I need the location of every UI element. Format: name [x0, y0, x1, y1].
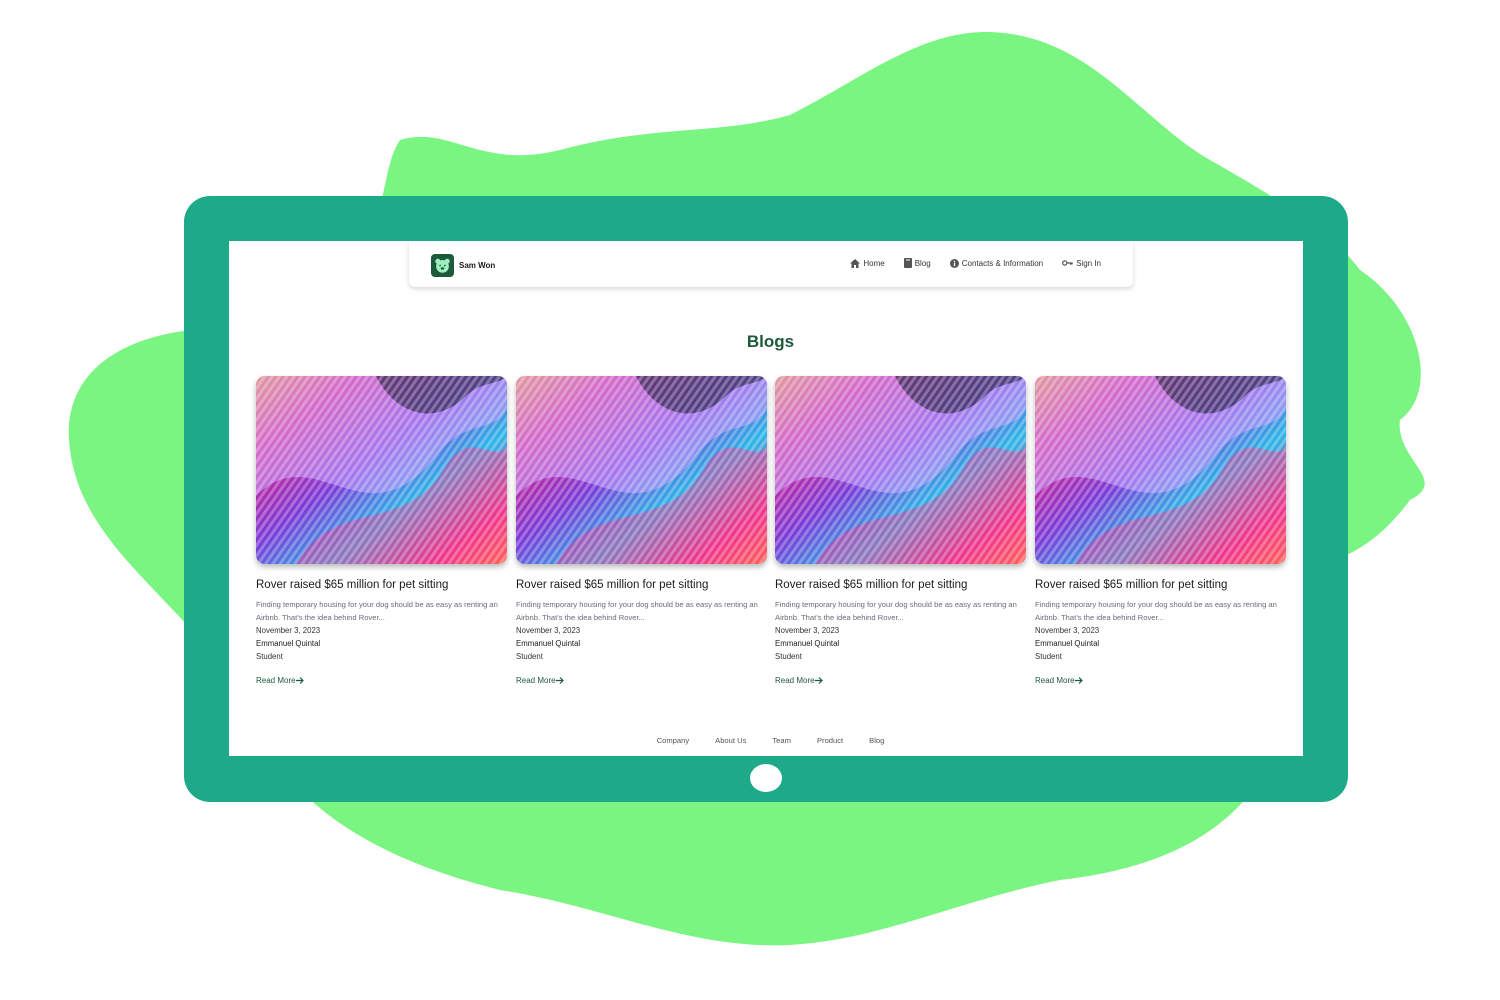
blog-card-date: November 3, 2023 [775, 626, 840, 635]
blog-card[interactable]: Rover raised $65 million for pet sitting… [1035, 376, 1286, 685]
blog-card[interactable]: Rover raised $65 million for pet sitting… [775, 376, 1026, 685]
navbar: Sam Won Home Blog Contacts & Information… [409, 241, 1133, 287]
arrow-right-icon [295, 677, 304, 684]
blog-card-date: November 3, 2023 [516, 626, 581, 635]
footer: Company About Us Team Product Blog [229, 736, 1303, 745]
blog-card-role: Student [1035, 652, 1062, 661]
arrow-right-icon [1074, 677, 1083, 684]
nav-home[interactable]: Home [850, 258, 885, 268]
arrow-right-icon [555, 677, 564, 684]
read-more-link[interactable]: Read More [775, 676, 1026, 685]
page-title: Blogs [746, 332, 795, 351]
footer-link-product[interactable]: Product [817, 736, 843, 745]
brand-name: Sam Won [459, 260, 496, 270]
blog-card-title[interactable]: Rover raised $65 million for pet sitting [1035, 579, 1286, 591]
home-button[interactable] [750, 764, 782, 792]
blog-card-excerpt: Finding temporary housing for your dog s… [516, 600, 758, 622]
blog-card-title[interactable]: Rover raised $65 million for pet sitting [516, 579, 767, 591]
blog-card-excerpt: Finding temporary housing for your dog s… [256, 600, 498, 622]
arrow-right-icon [814, 677, 823, 684]
blog-card-author: Emmanuel Quintal [1035, 639, 1100, 648]
blog-card-role: Student [775, 652, 802, 661]
blog-card-image [1035, 376, 1286, 564]
blog-card-author: Emmanuel Quintal [256, 639, 321, 648]
footer-link-about-us[interactable]: About Us [715, 736, 746, 745]
nav-blog-label: Blog [914, 258, 931, 268]
key-icon [1062, 260, 1073, 266]
blog-card-excerpt: Finding temporary housing for your dog s… [1035, 600, 1277, 622]
blog-card[interactable]: Rover raised $65 million for pet sitting… [516, 376, 767, 685]
blog-card-image [256, 376, 507, 564]
read-more-label: Read More [256, 676, 296, 685]
nav-links: Home Blog Contacts & Information Sign In [831, 258, 1101, 268]
read-more-label: Read More [516, 676, 556, 685]
read-more-label: Read More [1035, 676, 1075, 685]
blog-card-role: Student [256, 652, 283, 661]
nav-contacts-label: Contacts & Information [961, 258, 1044, 268]
blog-card-author: Emmanuel Quintal [516, 639, 581, 648]
nav-blog[interactable]: Blog [903, 258, 931, 268]
blog-card-title[interactable]: Rover raised $65 million for pet sitting [256, 579, 507, 591]
nav-home-label: Home [863, 258, 885, 268]
blog-card-date: November 3, 2023 [256, 626, 321, 635]
footer-link-team[interactable]: Team [772, 736, 791, 745]
book-icon [903, 258, 912, 268]
info-icon [949, 258, 959, 268]
footer-link-company[interactable]: Company [657, 736, 690, 745]
read-more-link[interactable]: Read More [256, 676, 507, 685]
nav-sign-in[interactable]: Sign In [1062, 259, 1101, 268]
blog-card-image [516, 376, 767, 564]
blog-card-role: Student [516, 652, 543, 661]
brand[interactable]: Sam Won [431, 253, 495, 277]
screen: Sam Won Home Blog Contacts & Information… [229, 241, 1303, 756]
home-icon [850, 258, 861, 268]
read-more-link[interactable]: Read More [516, 676, 767, 685]
read-more-link[interactable]: Read More [1035, 676, 1286, 685]
blog-card-date: November 3, 2023 [1035, 626, 1100, 635]
nav-sign-in-label: Sign In [1076, 258, 1101, 268]
blog-card-image [775, 376, 1026, 564]
blog-card-excerpt: Finding temporary housing for your dog s… [775, 600, 1017, 622]
nav-contacts[interactable]: Contacts & Information [949, 258, 1044, 268]
read-more-label: Read More [775, 676, 815, 685]
footer-link-blog[interactable]: Blog [869, 736, 884, 745]
blog-card-title[interactable]: Rover raised $65 million for pet sitting [775, 579, 1026, 591]
bear-logo-icon [431, 253, 454, 277]
blog-card[interactable]: Rover raised $65 million for pet sitting… [256, 376, 507, 685]
blog-card-author: Emmanuel Quintal [775, 639, 840, 648]
